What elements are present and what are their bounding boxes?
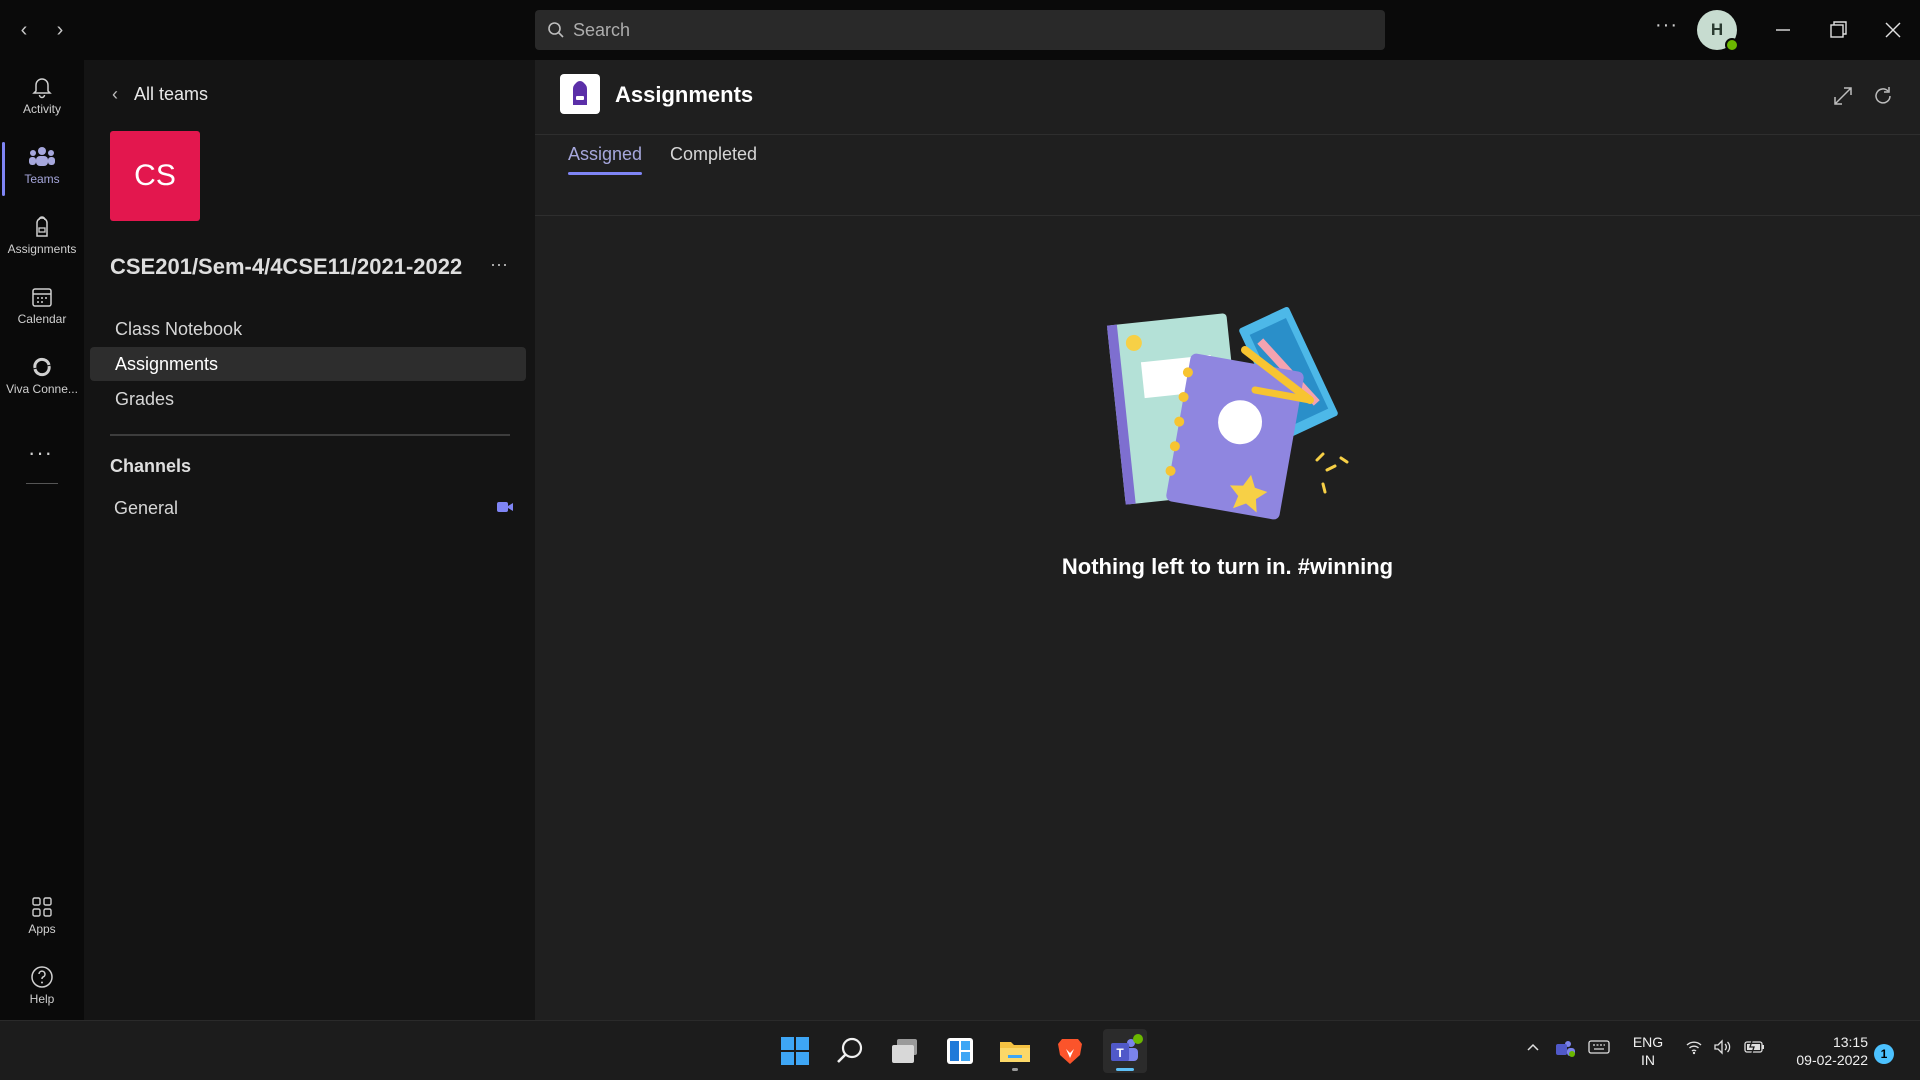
widgets-icon [947,1038,973,1064]
avatar-initial: H [1710,20,1724,39]
windows-logo-icon [781,1037,809,1065]
apps-icon [32,897,52,917]
presence-available-icon [1725,38,1739,52]
team-avatar: CS [110,131,200,221]
refresh-icon[interactable] [1871,84,1895,108]
active-window-indicator [1116,1068,1134,1071]
task-view-icon [892,1039,917,1063]
assignments-app-icon [560,74,600,114]
more-apps-button[interactable]: ··· [28,440,53,466]
bell-icon [32,78,52,99]
rail-item-activity[interactable]: Activity [0,68,84,130]
forward-arrow-icon[interactable]: › [48,18,72,42]
search-icon [548,22,564,38]
minimize-icon[interactable] [1767,14,1799,46]
team-panel: ‹ All teams CS CSE201/Sem-4/4CSE11/2021-… [84,60,535,1020]
calendar-icon [32,288,52,307]
folder-icon [1000,1042,1030,1062]
task-view-button[interactable] [883,1029,927,1073]
team-link-grades[interactable]: Grades [90,382,526,416]
settings-more-button[interactable]: ··· [1655,14,1678,37]
title-bar: ‹ › Search ··· H [0,0,1920,60]
teams-icon [29,147,55,166]
tab-assigned[interactable]: Assigned [568,144,643,175]
tab-completed[interactable]: Completed [670,144,757,165]
rail-item-apps[interactable]: Apps [0,888,84,950]
team-more-button[interactable]: ··· [490,254,508,275]
meeting-video-icon[interactable] [496,500,514,514]
help-icon [31,966,53,988]
search-input[interactable]: Search [535,10,1385,50]
rail-label: Activity [22,102,61,116]
avatar[interactable]: H [1697,10,1739,52]
teams-taskbar-button[interactable]: T [1103,1029,1147,1073]
panel-divider [110,434,510,436]
main-content: Assignments Assigned Completed Nothing l… [535,60,1920,1020]
brave-browser-button[interactable] [1048,1029,1092,1073]
rail-item-teams[interactable]: Teams [0,138,84,200]
rail-item-calendar[interactable]: Calendar [0,278,84,340]
back-arrow-icon[interactable]: ‹ [12,18,36,42]
brave-lion-icon [1058,1039,1082,1064]
search-placeholder: Search [573,19,631,40]
expand-icon[interactable] [1831,84,1855,108]
team-link-class-notebook[interactable]: Class Notebook [90,312,526,346]
volume-icon[interactable] [1713,1039,1733,1055]
clock-date: 09-02-2022 [1796,1052,1868,1068]
teams-tray-icon[interactable] [1554,1039,1576,1059]
channel-general[interactable]: General [114,498,178,519]
close-icon[interactable] [1877,14,1909,46]
all-teams-link[interactable]: ‹ All teams [112,84,208,105]
clock-time: 13:15 [1832,1034,1868,1050]
team-link-assignments[interactable]: Assignments [90,347,526,381]
search-icon [837,1037,863,1063]
windows-taskbar: T ENG IN 13:15 09-02-2022 1 [0,1020,1920,1080]
language-region: IN [1641,1052,1655,1068]
app-title: Assignments [615,82,754,107]
input-language[interactable]: ENG IN [1628,1033,1668,1069]
app-header: Assignments [535,60,1920,135]
language-code: ENG [1632,1034,1664,1050]
rail-label: Teams [24,172,60,186]
chevron-left-icon: ‹ [112,84,118,104]
rail-label: Help [29,992,55,1006]
rail-item-viva-connections[interactable]: Viva Conne... [0,348,84,410]
rail-item-help[interactable]: Help [0,958,84,1020]
channels-heading: Channels [110,456,192,476]
team-name: CSE201/Sem-4/4CSE11/2021-2022 [110,254,463,279]
viva-icon [33,357,51,377]
rail-label: Viva Conne... [6,382,78,396]
rail-divider [26,483,58,484]
rail-label: Assignments [7,242,77,256]
empty-state-message: Nothing left to turn in. #winning [1061,554,1394,579]
svg-text:T: T [1116,1046,1124,1060]
file-explorer-button[interactable] [993,1029,1037,1073]
backpack-icon [573,81,587,105]
teams-icon: T [1111,1034,1143,1061]
battery-charging-icon[interactable] [1743,1039,1767,1055]
notification-badge[interactable]: 1 [1874,1044,1894,1064]
rail-label: Apps [28,922,56,936]
backpack-icon [36,216,48,237]
clock[interactable]: 13:15 09-02-2022 [1778,1033,1868,1069]
taskbar-search-button[interactable] [828,1029,872,1073]
start-button[interactable] [773,1029,817,1073]
rail-item-assignments[interactable]: Assignments [0,208,84,270]
rail-label: Calendar [17,312,67,326]
chevron-up-icon[interactable] [1525,1039,1541,1055]
widgets-button[interactable] [938,1029,982,1073]
keyboard-icon[interactable] [1588,1039,1610,1055]
app-rail: Activity Teams Assignments Calendar Viva… [0,60,84,1020]
restore-icon[interactable] [1822,14,1854,46]
running-indicator [1012,1068,1018,1071]
wifi-icon[interactable] [1685,1039,1703,1055]
empty-state-illustration [1106,306,1349,520]
all-teams-label: All teams [134,84,209,104]
